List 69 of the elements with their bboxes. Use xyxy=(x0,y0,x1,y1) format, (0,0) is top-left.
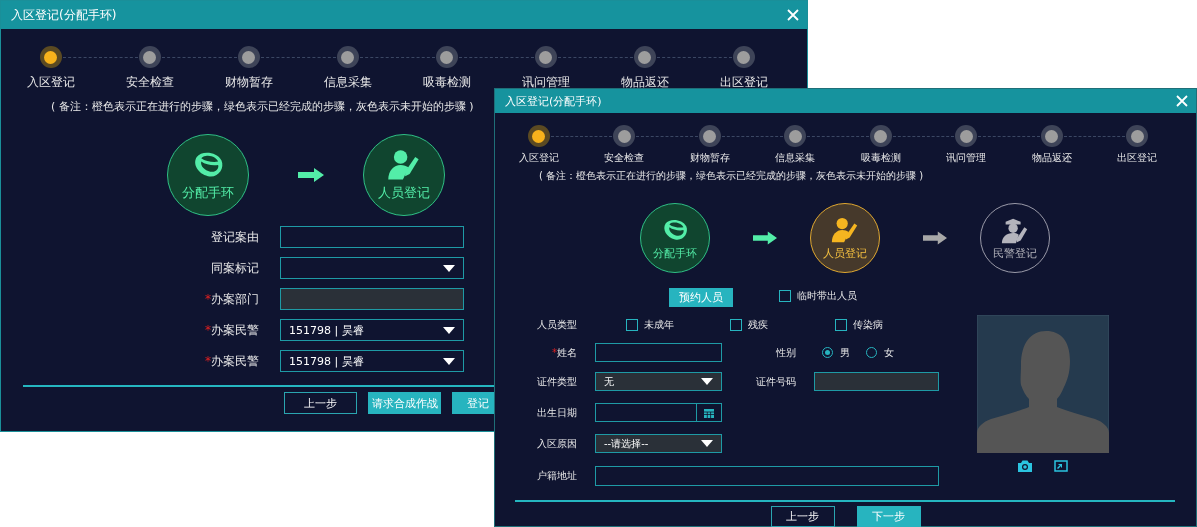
camera-icon[interactable] xyxy=(1018,460,1032,472)
field-label: *办案部门 xyxy=(204,290,259,308)
field-label: 同案标记 xyxy=(210,259,259,277)
calendar-icon xyxy=(704,407,714,418)
select-field[interactable]: 无 xyxy=(595,372,722,391)
checkbox[interactable]: 残疾 xyxy=(730,311,835,339)
caret-icon xyxy=(443,326,455,334)
phase-label: 民警登记 xyxy=(993,245,1037,261)
step-label: 安全检查 xyxy=(125,74,174,91)
field-label: 证件类型 xyxy=(536,374,577,389)
phase-label: 分配手环 xyxy=(653,245,697,261)
caret-icon xyxy=(443,264,455,272)
field-label: 人员类型 xyxy=(536,318,577,332)
step-label: 出区登记 xyxy=(1117,151,1158,165)
arrow-icon xyxy=(298,168,324,182)
step-label: 入区登记 xyxy=(26,74,75,91)
select-field[interactable]: --请选择-- xyxy=(595,434,722,453)
select-field[interactable]: 151798 | 昊睿 xyxy=(280,319,464,341)
caret-icon xyxy=(701,378,713,385)
phase-label: 分配手环 xyxy=(182,184,234,202)
checkbox[interactable]: 传染病 xyxy=(834,311,939,339)
step-label: 物品返还 xyxy=(1031,151,1072,165)
step-label: 出区登记 xyxy=(719,74,768,91)
step-label: 入区登记 xyxy=(518,151,559,165)
field-label: 出生日期 xyxy=(536,405,577,420)
step-label: 吸毒检测 xyxy=(422,74,471,91)
back-button[interactable]: 上一步 xyxy=(770,506,835,527)
phase-label: 人员登记 xyxy=(823,245,867,261)
checkbox[interactable]: 临时带出人员 xyxy=(779,289,857,303)
select-field[interactable]: 151798 | 昊睿 xyxy=(280,350,464,372)
arrow-icon xyxy=(923,231,947,245)
window-title: 入区登记(分配手环) xyxy=(505,93,602,109)
radio-button[interactable]: 男 xyxy=(822,345,850,360)
step-label: 吸毒检测 xyxy=(860,151,901,165)
text-field[interactable] xyxy=(595,465,939,486)
date-field[interactable] xyxy=(595,403,722,422)
legend-note: ( 备注：橙色表示正在进行的步骤，绿色表示已经完成的步骤，灰色表示未开始的步骤 ) xyxy=(50,99,474,114)
close-icon[interactable] xyxy=(1176,95,1188,107)
field-label: *办案民警 xyxy=(204,321,259,339)
checkbox[interactable]: 未成年 xyxy=(626,311,731,339)
field-label: 登记案由 xyxy=(210,228,259,246)
step-label: 财物暂存 xyxy=(689,151,730,165)
step-label: 安全检查 xyxy=(604,151,645,165)
close-icon[interactable] xyxy=(787,9,799,21)
legend-note: ( 备注：橙色表示正在进行的步骤，绿色表示已经完成的步骤，灰色表示未开始的步骤 ) xyxy=(538,169,924,183)
select-field[interactable] xyxy=(280,257,464,279)
field-label: *办案民警 xyxy=(204,352,259,370)
field-label: 性别 xyxy=(775,345,796,360)
caret-icon xyxy=(701,440,713,447)
step-label: 讯问管理 xyxy=(946,151,987,165)
arrow-icon xyxy=(753,231,777,245)
phase-label: 人员登记 xyxy=(378,184,430,202)
step-label: 信息采集 xyxy=(323,74,372,91)
field-label: 户籍地址 xyxy=(536,468,577,483)
back-button[interactable]: 上一步 xyxy=(284,392,357,414)
field-label: 入区原因 xyxy=(536,436,577,451)
window-title: 入区登记(分配手环) xyxy=(11,6,117,24)
text-field[interactable] xyxy=(280,288,464,310)
field-label: 证件号码 xyxy=(755,374,796,389)
step-label: 财物暂存 xyxy=(224,74,273,91)
radio-button[interactable]: 女 xyxy=(866,345,894,360)
text-field[interactable] xyxy=(595,343,722,362)
text-field[interactable] xyxy=(280,226,464,248)
text-field[interactable] xyxy=(814,372,939,391)
step-label: 讯问管理 xyxy=(521,74,570,91)
caret-icon xyxy=(443,357,455,365)
step-label: 物品返还 xyxy=(620,74,669,91)
field-label: *姓名 xyxy=(551,345,577,360)
step-label: 信息采集 xyxy=(775,151,816,165)
